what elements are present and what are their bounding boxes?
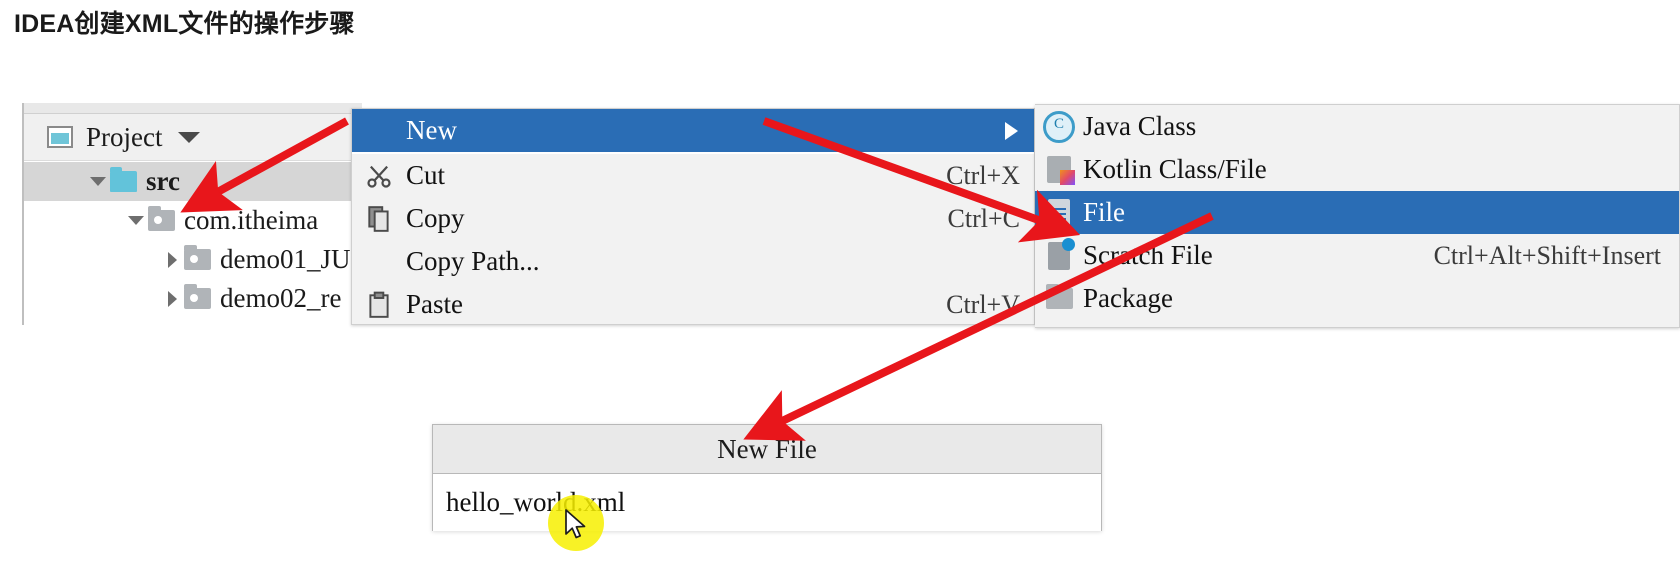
tree-item-demo01[interactable]: demo01_JU xyxy=(24,240,362,279)
panel-top-divider xyxy=(24,103,362,114)
context-menu-item-new[interactable]: New xyxy=(352,109,1034,154)
expander-right-icon[interactable] xyxy=(160,252,184,268)
submenu-item-label: Package xyxy=(1083,283,1173,313)
submenu-arrow-icon xyxy=(1005,121,1018,140)
new-file-dialog: New File hello_world.xml xyxy=(432,424,1102,531)
context-menu-item-label: Paste xyxy=(406,289,463,319)
tree-item-label: com.itheima xyxy=(184,205,319,235)
package-icon xyxy=(184,284,211,309)
project-toolbar[interactable]: Project xyxy=(24,114,362,161)
context-menu-item-shortcut: Ctrl+X xyxy=(946,160,1020,190)
context-menu-item-label: Cut xyxy=(406,160,446,190)
tree-item-com-itheima[interactable]: com.itheima xyxy=(24,201,362,240)
context-menu-item-cut[interactable]: Cut Ctrl+X xyxy=(352,154,1034,197)
new-submenu[interactable]: C Java Class Kotlin Class/File File Scra… xyxy=(1035,104,1680,328)
submenu-item-label: Java Class xyxy=(1083,111,1197,141)
context-menu-item-copy[interactable]: Copy Ctrl+C xyxy=(352,197,1034,240)
submenu-item-label: File xyxy=(1083,197,1126,227)
kotlin-file-icon xyxy=(1035,156,1083,185)
file-icon xyxy=(1035,198,1083,227)
expander-down-icon[interactable] xyxy=(86,177,110,186)
project-toolbar-label: Project xyxy=(86,121,163,152)
copy-icon xyxy=(352,205,406,233)
tree-item-label: demo02_re xyxy=(220,283,342,313)
submenu-item-label: Scratch File xyxy=(1083,240,1213,270)
expander-right-icon[interactable] xyxy=(160,291,184,307)
submenu-item-package[interactable]: Package xyxy=(1035,277,1679,320)
folder-blue-icon xyxy=(110,167,137,192)
context-menu-item-shortcut: Ctrl+C xyxy=(947,203,1020,233)
context-menu-item-label: New xyxy=(406,115,457,145)
submenu-item-kotlin-class-file[interactable]: Kotlin Class/File xyxy=(1035,148,1679,191)
package-icon xyxy=(148,206,175,231)
submenu-item-shortcut: Ctrl+Alt+Shift+Insert xyxy=(1433,240,1661,270)
project-tool-window: Project src com.itheima demo01_JU demo02… xyxy=(22,103,362,325)
context-menu-item-copy-path[interactable]: Copy Path... xyxy=(352,240,1034,283)
submenu-item-file[interactable]: File xyxy=(1035,191,1679,234)
context-menu[interactable]: New Cut Ctrl+X Copy Ctrl+C Copy Path... … xyxy=(351,108,1035,325)
package-icon xyxy=(184,245,211,270)
submenu-item-java-class[interactable]: C Java Class xyxy=(1035,105,1679,148)
chevron-down-icon[interactable] xyxy=(178,131,201,143)
project-window-icon xyxy=(47,126,73,148)
screenshot-canvas: IDEA创建XML文件的操作步骤 Project src com.itheima xyxy=(0,0,1680,582)
cursor-highlight-blob xyxy=(548,495,604,551)
tree-item-label: demo01_JU xyxy=(220,244,351,274)
context-menu-item-label: Copy xyxy=(406,203,465,233)
page-title: IDEA创建XML文件的操作步骤 xyxy=(14,10,355,38)
new-file-name-input[interactable]: hello_world.xml xyxy=(433,474,1101,531)
scratch-file-icon xyxy=(1035,237,1083,270)
submenu-item-label: Kotlin Class/File xyxy=(1083,154,1267,184)
tree-item-label: src xyxy=(146,166,180,196)
tree-item-demo02[interactable]: demo02_re xyxy=(24,279,362,318)
submenu-item-scratch-file[interactable]: Scratch File Ctrl+Alt+Shift+Insert xyxy=(1035,234,1679,277)
context-menu-item-label: Copy Path... xyxy=(406,246,540,276)
expander-down-icon[interactable] xyxy=(124,216,148,225)
context-menu-item-paste[interactable]: Paste Ctrl+V xyxy=(352,283,1034,324)
new-file-dialog-title: New File xyxy=(433,425,1101,474)
paste-icon xyxy=(352,291,406,319)
project-tree[interactable]: src com.itheima demo01_JU demo02_re xyxy=(24,162,362,325)
tree-item-src[interactable]: src xyxy=(24,162,362,201)
package-icon xyxy=(1035,284,1083,309)
context-menu-item-shortcut: Ctrl+V xyxy=(946,289,1020,319)
scissors-icon xyxy=(352,162,406,190)
java-class-icon: C xyxy=(1035,110,1083,143)
